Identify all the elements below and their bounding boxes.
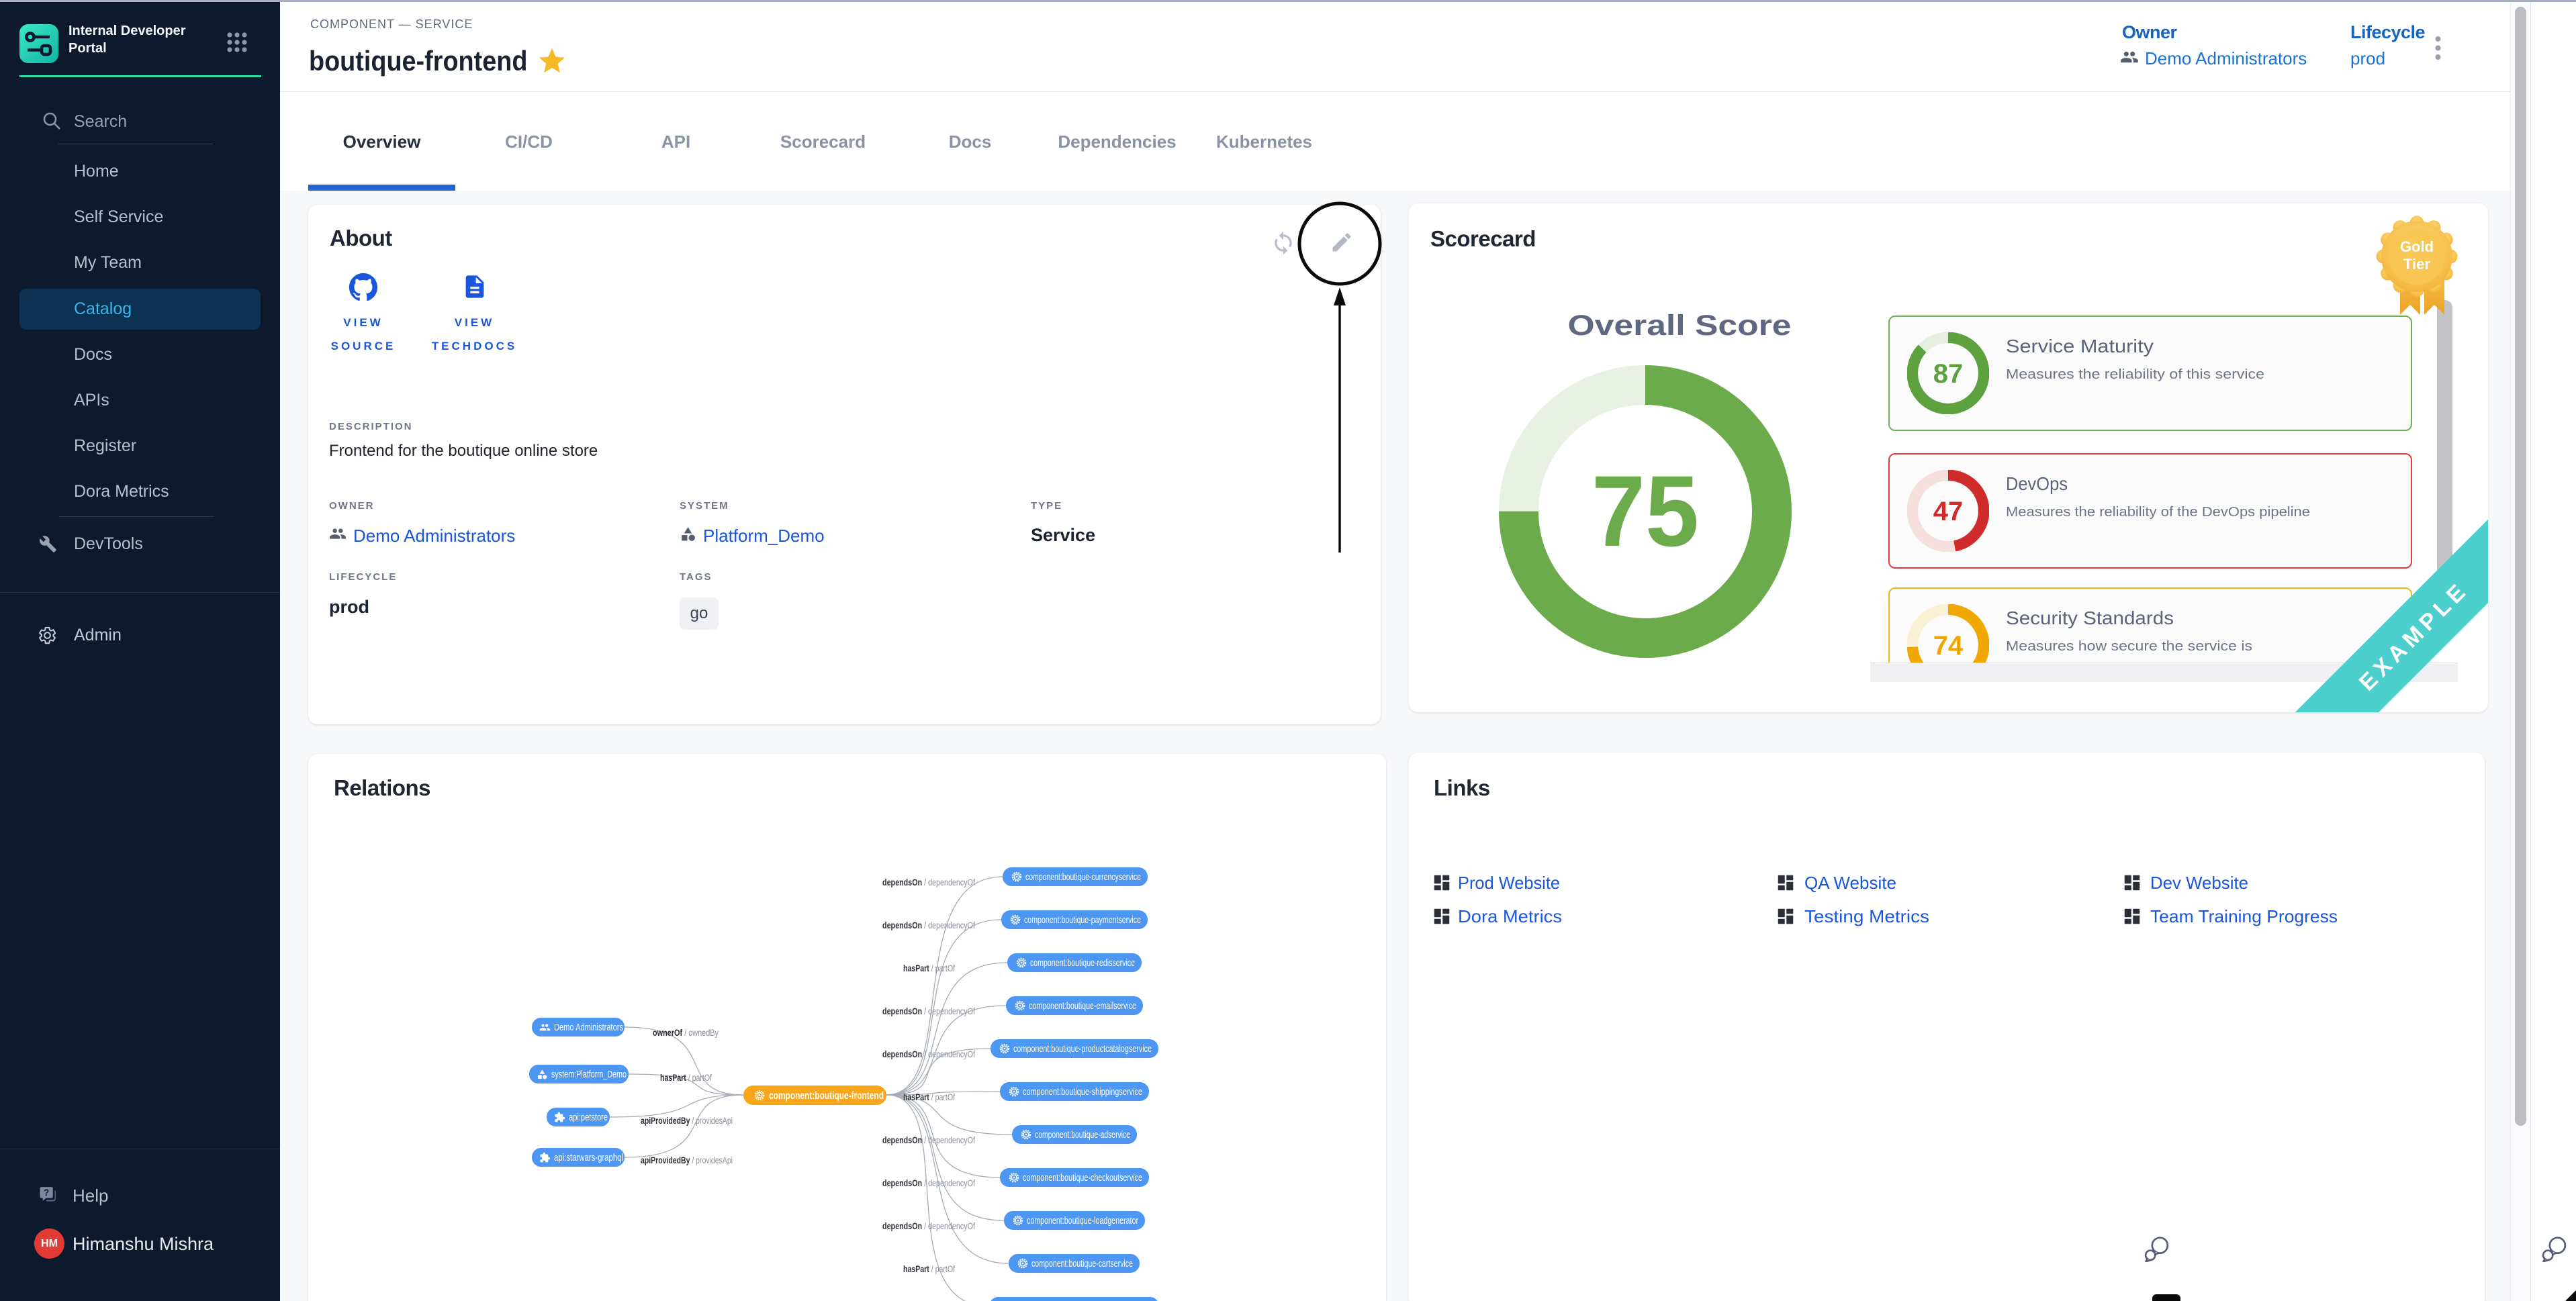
svg-text:Measures how secure the servic: Measures how secure the service is: [2006, 639, 2252, 654]
svg-text:Tier: Tier: [2403, 256, 2430, 273]
svg-text:Service Maturity: Service Maturity: [2006, 336, 2154, 356]
svg-text:dependsOn / dependencyOf: dependsOn / dependencyOf: [882, 877, 975, 887]
svg-text:dependsOn / dependencyOf: dependsOn / dependencyOf: [882, 1006, 975, 1016]
svg-text:Measures the reliability of th: Measures the reliability of this service: [2006, 367, 2264, 382]
svg-text:component:boutique-checkoutser: component:boutique-checkoutservice: [1023, 1172, 1142, 1184]
svg-text:dependsOn / dependencyOf: dependsOn / dependencyOf: [882, 1178, 975, 1188]
svg-text:DevOps: DevOps: [2006, 473, 2068, 494]
svg-text:74: 74: [1933, 631, 1964, 661]
svg-text:hasPart / partOf: hasPart / partOf: [660, 1073, 712, 1083]
svg-text:dependsOn / dependencyOf: dependsOn / dependencyOf: [882, 1049, 975, 1059]
svg-text:Security Standards: Security Standards: [2006, 608, 2174, 628]
svg-text:api:petstore: api:petstore: [569, 1112, 608, 1123]
svg-text:dependsOn / dependencyOf: dependsOn / dependencyOf: [882, 920, 975, 930]
svg-text:QA Website: QA Website: [1804, 873, 1896, 893]
svg-text:component:boutique-currencyser: component:boutique-currencyservice: [1025, 871, 1141, 883]
svg-text:Gold: Gold: [2400, 238, 2434, 255]
svg-text:Testing Metrics: Testing Metrics: [1804, 906, 1929, 926]
svg-text:component:boutique-redisservic: component:boutique-redisservice: [1030, 957, 1135, 969]
svg-text:Demo Administrators: Demo Administrators: [554, 1022, 623, 1033]
svg-text:component:boutique-paymentserv: component:boutique-paymentservice: [1024, 914, 1141, 926]
svg-text:dependsOn / dependencyOf: dependsOn / dependencyOf: [882, 1221, 975, 1231]
svg-text:?: ?: [44, 1188, 49, 1198]
svg-text:component:boutique-frontend: component:boutique-frontend: [769, 1090, 884, 1102]
svg-text:api:starwars-graphql: api:starwars-graphql: [554, 1152, 623, 1163]
svg-text:component:boutique-loadgenerat: component:boutique-loadgenerator: [1027, 1215, 1138, 1226]
svg-text:ownerOf / ownedBy: ownerOf / ownedBy: [653, 1028, 719, 1038]
svg-text:hasPart / partOf: hasPart / partOf: [903, 1092, 955, 1102]
svg-text:75: 75: [1592, 454, 1699, 567]
svg-text:component:boutique-productcata: component:boutique-productcatalogservice: [1013, 1043, 1152, 1055]
svg-text:component:boutique-shippingser: component:boutique-shippingservice: [1023, 1086, 1142, 1098]
svg-text:apiProvidedBy / providesApi: apiProvidedBy / providesApi: [641, 1155, 733, 1165]
svg-text:Dora Metrics: Dora Metrics: [1458, 906, 1562, 926]
svg-text:Team Training Progress: Team Training Progress: [2150, 906, 2338, 926]
svg-text:Overall Score: Overall Score: [1568, 309, 1792, 342]
svg-text:dependsOn / dependencyOf: dependsOn / dependencyOf: [882, 1135, 975, 1145]
svg-text:Dev Website: Dev Website: [2150, 873, 2248, 893]
svg-text:87: 87: [1933, 359, 1964, 389]
svg-text:Measures the reliability of th: Measures the reliability of the DevOps p…: [2006, 505, 2310, 520]
svg-text:system:Platform_Demo: system:Platform_Demo: [551, 1069, 627, 1080]
svg-text:component:boutique-adservice: component:boutique-adservice: [1035, 1129, 1130, 1141]
svg-text:apiProvidedBy / providesApi: apiProvidedBy / providesApi: [641, 1116, 733, 1126]
svg-text:hasPart / partOf: hasPart / partOf: [903, 963, 955, 973]
svg-text:hasPart / partOf: hasPart / partOf: [903, 1264, 955, 1274]
svg-text:Prod Website: Prod Website: [1458, 873, 1560, 893]
svg-text:component:boutique-emailservic: component:boutique-emailservice: [1029, 1000, 1136, 1012]
svg-text:component:boutique-cartservice: component:boutique-cartservice: [1031, 1258, 1133, 1269]
svg-text:47: 47: [1933, 497, 1964, 526]
